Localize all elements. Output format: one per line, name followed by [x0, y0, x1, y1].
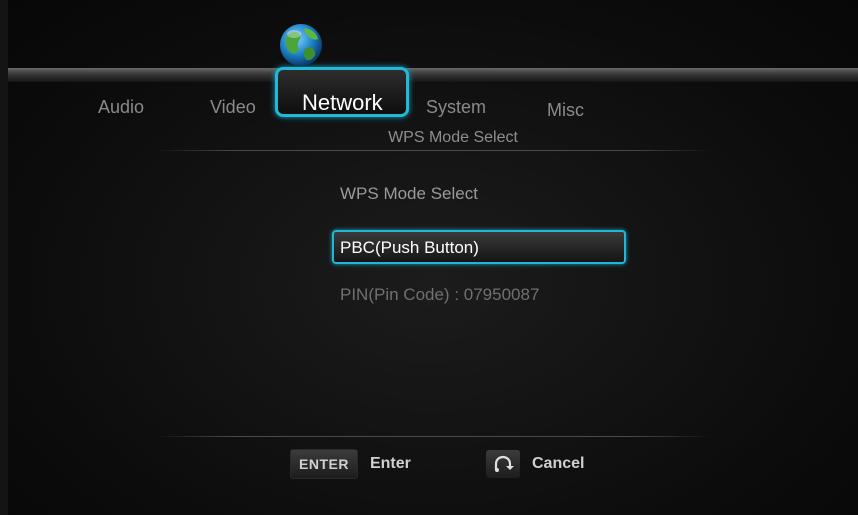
tab-audio[interactable]: Audio	[98, 97, 144, 118]
globe-icon	[280, 24, 322, 66]
tab-misc[interactable]: Misc	[547, 100, 584, 121]
tab-network[interactable]: Network	[275, 67, 409, 117]
enter-key: ENTER	[290, 449, 358, 479]
enter-hint: ENTER Enter	[290, 448, 411, 480]
cancel-hint: Cancel	[486, 448, 584, 480]
cancel-hint-label: Cancel	[532, 455, 585, 472]
tab-system[interactable]: System	[426, 97, 486, 118]
divider-top	[153, 150, 713, 151]
page-subtitle: WPS Mode Select	[388, 129, 518, 146]
option-pin[interactable]: PIN(Pin Code) : 07950087	[340, 285, 539, 305]
tab-network-label: Network	[302, 90, 383, 115]
tab-video[interactable]: Video	[210, 97, 256, 118]
option-pbc-label: PBC(Push Button)	[340, 238, 479, 257]
enter-hint-label: Enter	[369, 455, 411, 472]
return-arrow-icon	[486, 450, 520, 478]
settings-screen: Audio Video Network System Misc WPS Mode…	[8, 0, 858, 515]
top-bar	[8, 68, 858, 82]
section-heading: WPS Mode Select	[340, 184, 478, 203]
divider-bottom	[153, 436, 713, 437]
option-pbc[interactable]: PBC(Push Button)	[332, 230, 626, 264]
